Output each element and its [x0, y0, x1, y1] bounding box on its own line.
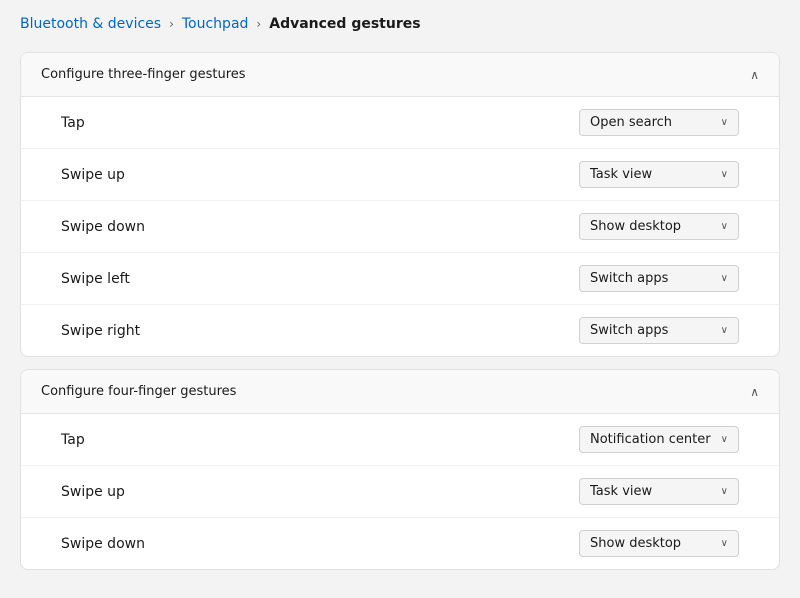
gesture-select-three-finger-3[interactable]: Switch apps ∨ [579, 265, 739, 292]
gesture-label-four-finger-1: Swipe up [61, 484, 125, 500]
select-chevron-icon-three-finger-2: ∨ [721, 221, 728, 232]
gesture-select-three-finger-0[interactable]: Open search ∨ [579, 109, 739, 136]
gesture-value-three-finger-3: Switch apps [590, 271, 668, 286]
gesture-label-four-finger-0: Tap [61, 432, 85, 448]
section-title-four-finger: Configure four-finger gestures [41, 384, 236, 399]
breadcrumb: Bluetooth & devices › Touchpad › Advance… [20, 16, 780, 32]
section-header-four-finger[interactable]: Configure four-finger gestures ∧ [21, 370, 779, 414]
breadcrumb-bluetooth[interactable]: Bluetooth & devices [20, 16, 161, 32]
chevron-icon-three-finger: ∧ [750, 68, 759, 82]
select-chevron-icon-three-finger-4: ∨ [721, 325, 728, 336]
breadcrumb-current: Advanced gestures [269, 16, 420, 32]
gesture-select-four-finger-2[interactable]: Show desktop ∨ [579, 530, 739, 557]
gesture-value-three-finger-2: Show desktop [590, 219, 681, 234]
gesture-row-three-finger-1: Swipe up Task view ∨ [21, 149, 779, 201]
gesture-value-four-finger-2: Show desktop [590, 536, 681, 551]
select-chevron-icon-four-finger-2: ∨ [721, 538, 728, 549]
gesture-label-three-finger-4: Swipe right [61, 323, 140, 339]
gesture-label-three-finger-2: Swipe down [61, 219, 145, 235]
gesture-label-three-finger-3: Swipe left [61, 271, 130, 287]
section-four-finger: Configure four-finger gestures ∧ Tap Notifi… [20, 369, 780, 570]
select-chevron-icon-three-finger-1: ∨ [721, 169, 728, 180]
gesture-label-three-finger-1: Swipe up [61, 167, 125, 183]
gesture-row-three-finger-4: Swipe right Switch apps ∨ [21, 305, 779, 356]
breadcrumb-touchpad[interactable]: Touchpad [182, 16, 249, 32]
gesture-row-three-finger-0: Tap Open search ∨ [21, 97, 779, 149]
select-chevron-icon-four-finger-1: ∨ [721, 486, 728, 497]
gesture-value-four-finger-0: Notification center [590, 432, 711, 447]
section-three-finger: Configure three-finger gestures ∧ Tap Open … [20, 52, 780, 357]
gesture-label-three-finger-0: Tap [61, 115, 85, 131]
gesture-select-three-finger-2[interactable]: Show desktop ∨ [579, 213, 739, 240]
gesture-row-four-finger-1: Swipe up Task view ∨ [21, 466, 779, 518]
gesture-select-three-finger-4[interactable]: Switch apps ∨ [579, 317, 739, 344]
select-chevron-icon-three-finger-0: ∨ [721, 117, 728, 128]
section-title-three-finger: Configure three-finger gestures [41, 67, 246, 82]
sections-container: Configure three-finger gestures ∧ Tap Open … [20, 52, 780, 570]
breadcrumb-separator-2: › [256, 17, 261, 31]
section-header-three-finger[interactable]: Configure three-finger gestures ∧ [21, 53, 779, 97]
select-chevron-icon-three-finger-3: ∨ [721, 273, 728, 284]
breadcrumb-separator-1: › [169, 17, 174, 31]
gesture-select-four-finger-0[interactable]: Notification center ∨ [579, 426, 739, 453]
select-chevron-icon-four-finger-0: ∨ [721, 434, 728, 445]
gesture-row-four-finger-0: Tap Notification center ∨ [21, 414, 779, 466]
gesture-value-three-finger-4: Switch apps [590, 323, 668, 338]
gesture-select-three-finger-1[interactable]: Task view ∨ [579, 161, 739, 188]
gesture-value-three-finger-1: Task view [590, 167, 652, 182]
gesture-select-four-finger-1[interactable]: Task view ∨ [579, 478, 739, 505]
gesture-value-three-finger-0: Open search [590, 115, 672, 130]
gesture-row-four-finger-2: Swipe down Show desktop ∨ [21, 518, 779, 569]
chevron-icon-four-finger: ∧ [750, 385, 759, 399]
gesture-label-four-finger-2: Swipe down [61, 536, 145, 552]
gesture-row-three-finger-2: Swipe down Show desktop ∨ [21, 201, 779, 253]
gesture-value-four-finger-1: Task view [590, 484, 652, 499]
gesture-row-three-finger-3: Swipe left Switch apps ∨ [21, 253, 779, 305]
